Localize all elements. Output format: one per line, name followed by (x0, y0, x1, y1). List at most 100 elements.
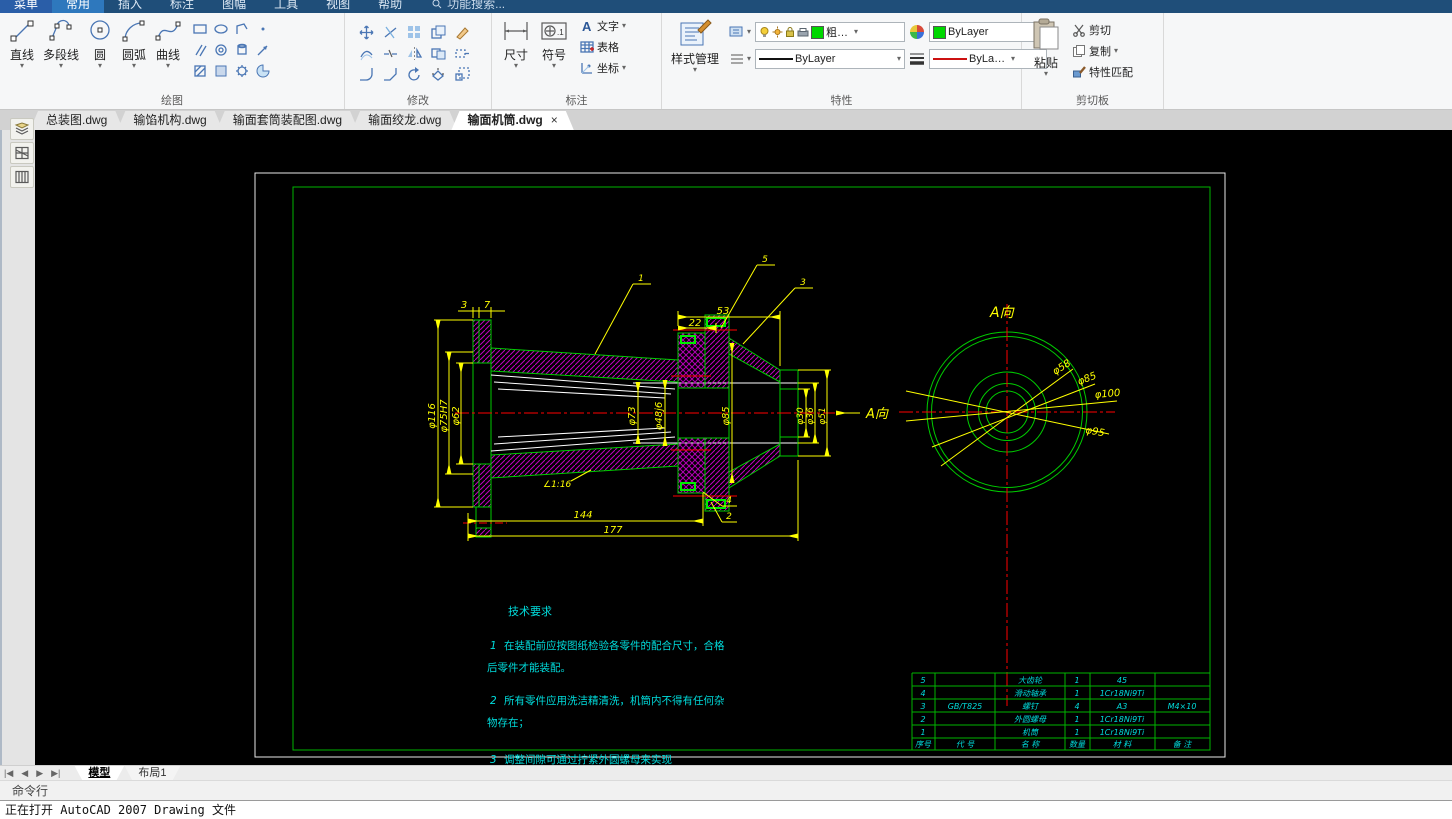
match-properties-button[interactable]: 特性匹配 (1069, 62, 1136, 81)
arc-tool[interactable]: 圆弧▾ (117, 16, 151, 71)
point-tool[interactable] (252, 18, 273, 39)
dim-d144: 144 (573, 510, 592, 521)
gear-tool[interactable] (231, 60, 252, 81)
close-tab-icon[interactable]: × (551, 111, 558, 130)
layer-combo[interactable]: 粗实线 ▾ (755, 22, 905, 42)
left-tool-strip (0, 130, 35, 765)
pie-tool[interactable] (252, 60, 273, 81)
erase-tool[interactable] (450, 22, 474, 43)
copy-object-tool[interactable] (426, 22, 450, 43)
layer-tool-button[interactable]: ▾ (729, 25, 751, 39)
layer-panel-icon[interactable] (10, 118, 34, 140)
dropdown-caret[interactable]: ▾ (1044, 71, 1048, 77)
drawing-canvas[interactable]: φ116 φ75H7 φ62 3 7 53 (35, 130, 1452, 765)
menu-tab-main[interactable]: 菜单 (0, 0, 52, 13)
coordinate-tool[interactable]: 坐标▾ (577, 58, 629, 77)
menu-tab-home[interactable]: 常用 (52, 0, 104, 13)
svg-text:材 料: 材 料 (1113, 740, 1133, 749)
linetype-tool-button[interactable]: ▾ (729, 53, 751, 65)
symbol-tool[interactable]: .1 符号▾ (535, 16, 573, 71)
doc-tab-filling-mechanism[interactable]: 输馅机构.dwg (117, 111, 222, 130)
command-line[interactable]: 正在打开 AutoCAD 2007 Drawing 文件 (0, 800, 1452, 819)
view-panel-icon[interactable] (10, 166, 34, 188)
function-search[interactable]: 功能搜索... (432, 0, 505, 13)
menu-tab-view[interactable]: 视图 (312, 0, 364, 13)
tab-model[interactable]: 模型 (74, 766, 124, 781)
explode-tool[interactable] (426, 64, 450, 85)
svg-text:外圆螺母: 外圆螺母 (1014, 715, 1047, 724)
doc-tab-auger[interactable]: 输面绞龙.dwg (352, 111, 457, 130)
ellipse-tool[interactable] (210, 18, 231, 39)
dropdown-caret[interactable]: ▾ (622, 23, 626, 29)
color-wheel-icon[interactable] (909, 24, 925, 40)
overlap-tool[interactable] (426, 43, 450, 64)
doc-tab-barrel-active[interactable]: 输面机筒.dwg × (451, 111, 573, 130)
dropdown-caret[interactable]: ▾ (622, 65, 626, 71)
paste-button[interactable]: 粘贴▾ (1027, 16, 1065, 79)
line-tool[interactable]: 直线▾ (5, 16, 39, 71)
dropdown-caret[interactable]: ▾ (20, 63, 24, 69)
move-tool[interactable] (354, 22, 378, 43)
dropdown-caret[interactable]: ▾ (166, 63, 170, 69)
polygon-tool[interactable] (231, 18, 252, 39)
mirror-tool[interactable] (402, 43, 426, 64)
dropdown-caret[interactable]: ▾ (98, 63, 102, 69)
layer-lock-icon[interactable] (785, 26, 795, 38)
polyline-tool[interactable]: 多段线▾ (39, 16, 83, 71)
nav-prev-icon[interactable]: ◀ (17, 768, 32, 779)
dropdown-caret[interactable]: ▾ (132, 63, 136, 69)
menu-tab-tools[interactable]: 工具 (260, 0, 312, 13)
nav-next-icon[interactable]: ▶ (32, 768, 47, 779)
layer-freeze-sun-icon[interactable] (772, 26, 783, 38)
menu-tab-sheet[interactable]: 图幅 (208, 0, 260, 13)
stretch-tool[interactable] (450, 43, 474, 64)
dropdown-caret[interactable]: ▾ (1011, 56, 1015, 62)
table-tool[interactable]: 表格 (577, 37, 629, 56)
arrow-tool[interactable] (252, 39, 273, 60)
dropdown-caret[interactable]: ▾ (897, 56, 901, 62)
parallel-tool[interactable] (189, 39, 210, 60)
dropdown-caret[interactable]: ▾ (854, 29, 858, 35)
scale-tool[interactable] (450, 64, 474, 85)
text-tool[interactable]: A 文字▾ (577, 16, 629, 35)
layer-plot-printer-icon[interactable] (797, 27, 809, 38)
rotate-tool[interactable] (402, 64, 426, 85)
region-tool[interactable] (210, 60, 231, 81)
dim-d7: 7 (484, 300, 491, 311)
doc-tab-sleeve-assembly[interactable]: 输面套筒装配图.dwg (217, 111, 358, 130)
lineweight-icon[interactable] (909, 52, 925, 66)
linetype-combo[interactable]: ByLayer ▾ (755, 49, 905, 69)
dropdown-caret[interactable]: ▾ (552, 63, 556, 69)
dropdown-caret: ▾ (747, 29, 751, 35)
dropdown-caret[interactable]: ▾ (1114, 48, 1118, 54)
dropdown-caret[interactable]: ▾ (59, 63, 63, 69)
menu-tab-help[interactable]: 帮助 (364, 0, 416, 13)
fillet-tool[interactable] (354, 64, 378, 85)
dropdown-caret[interactable]: ▾ (514, 63, 518, 69)
doc-tab-assembly[interactable]: 总装图.dwg (30, 111, 123, 130)
array-tool[interactable] (402, 22, 426, 43)
nav-first-icon[interactable]: |◀ (0, 768, 17, 779)
rectangle-tool[interactable] (189, 18, 210, 39)
tab-layout1[interactable]: 布局1 (124, 766, 180, 781)
copy-button[interactable]: 复制▾ (1069, 41, 1136, 60)
nav-last-icon[interactable]: ▶| (47, 768, 64, 779)
dropdown-caret[interactable]: ▾ (693, 67, 697, 73)
donut-tool[interactable] (210, 39, 231, 60)
cut-button[interactable]: 剪切 (1069, 20, 1136, 39)
spline-tool[interactable]: 曲线▾ (151, 16, 185, 71)
circle-tool[interactable]: 圆▾ (83, 16, 117, 71)
offset-tool[interactable] (354, 43, 378, 64)
trim-tool[interactable] (378, 22, 402, 43)
cylinder-tool[interactable] (231, 39, 252, 60)
break-tool[interactable] (378, 43, 402, 64)
layer-on-bulb-icon[interactable] (759, 26, 770, 38)
menu-tab-annotate[interactable]: 标注 (156, 0, 208, 13)
menu-tab-insert[interactable]: 插入 (104, 0, 156, 13)
style-manager-button[interactable]: 样式管理▾ (667, 16, 723, 75)
main-section-view (455, 315, 835, 537)
chamfer-tool[interactable] (378, 64, 402, 85)
grid-panel-icon[interactable] (10, 142, 34, 164)
hatch-tool[interactable] (189, 60, 210, 81)
dimension-tool[interactable]: 尺寸▾ (497, 16, 535, 71)
